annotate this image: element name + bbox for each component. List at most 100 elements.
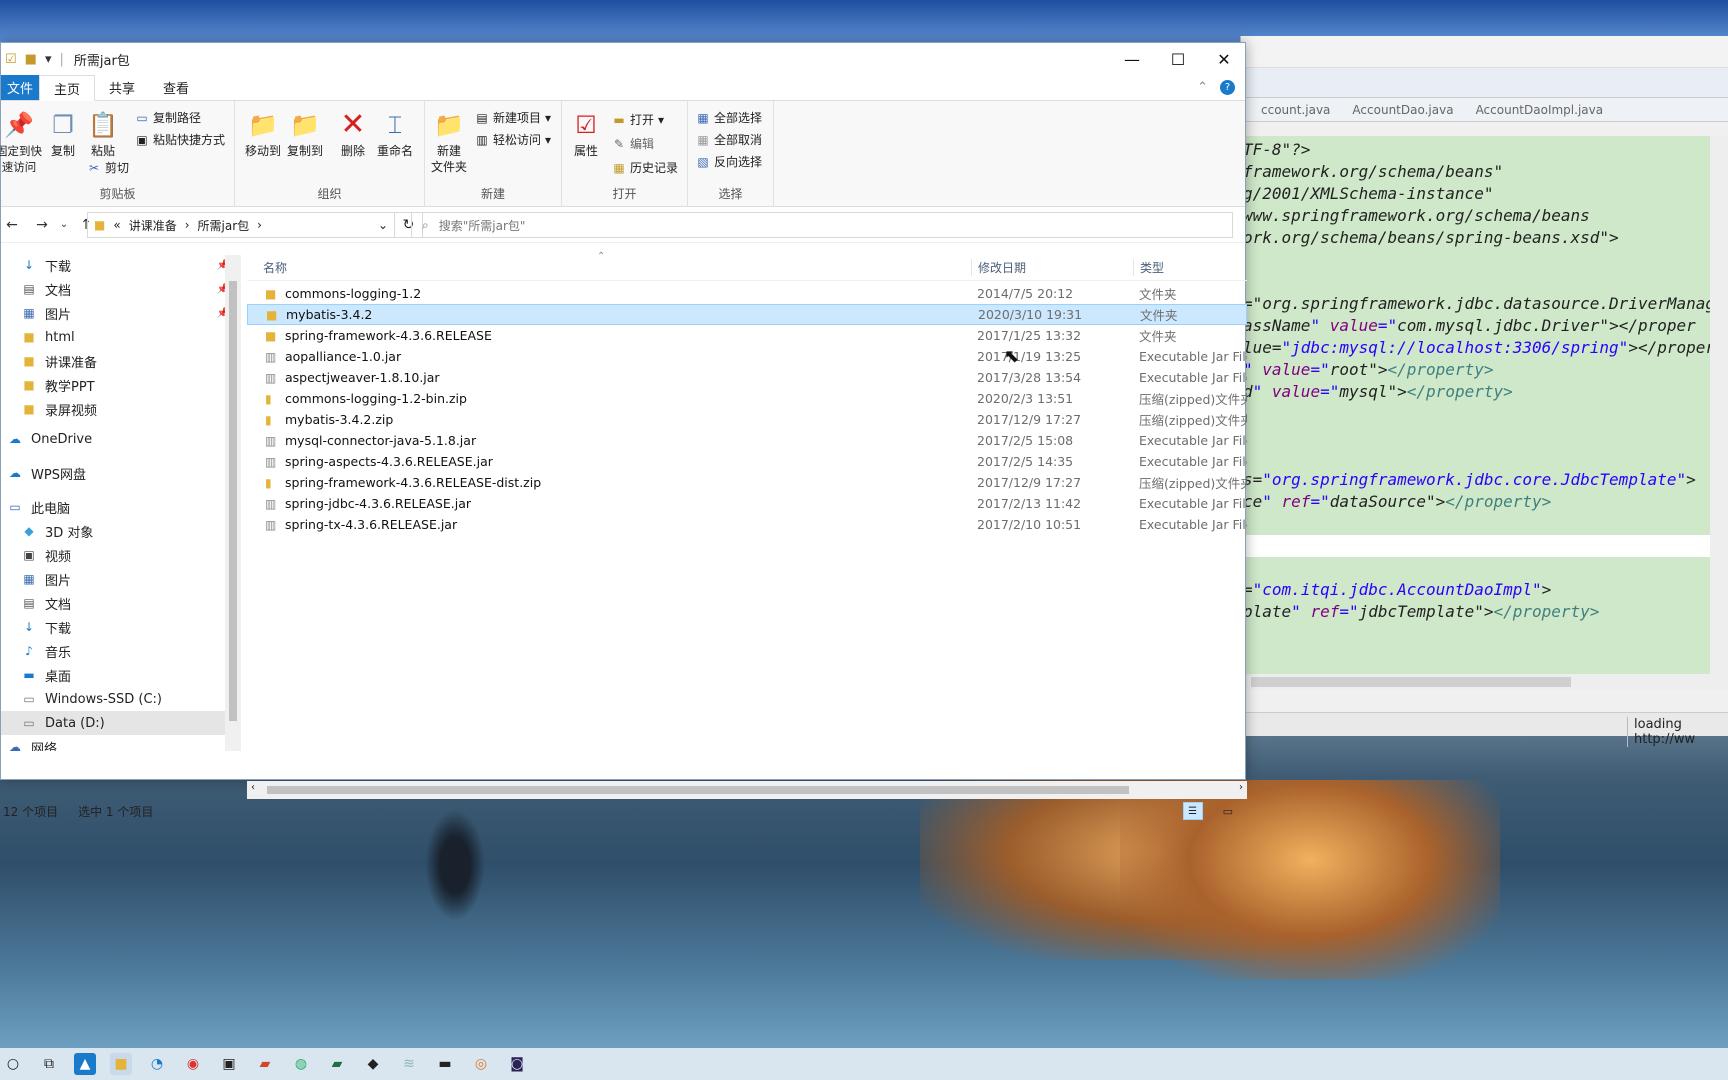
close-button[interactable]: ✕ bbox=[1201, 43, 1247, 75]
nav-item[interactable]: ▭ Data (D:) bbox=[1, 711, 241, 735]
file-row[interactable]: ▥ aopalliance-1.0.jar 2017/1/19 13:25 Execu… bbox=[247, 346, 1247, 367]
file-row[interactable]: ▮ spring-framework-4.3.6.RELEASE-dist.zip… bbox=[247, 472, 1247, 493]
nav-item[interactable]: ↓ 下载 📌 bbox=[1, 253, 241, 277]
nav-item[interactable]: ▬ 桌面 bbox=[1, 663, 241, 687]
nav-item[interactable]: ☁ 网络 bbox=[1, 735, 241, 751]
breadcrumb-item[interactable]: 讲课准备 bbox=[129, 217, 177, 234]
properties-button[interactable]: ☑ 属性 bbox=[564, 109, 608, 159]
large-icons-view-icon[interactable]: ▭ bbox=[1223, 805, 1233, 818]
new-item-button[interactable]: ▤ 新建项目 ▾ bbox=[475, 109, 551, 126]
folder-quick-icon[interactable]: ■ bbox=[25, 52, 37, 67]
file-row[interactable]: ■ mybatis-3.4.2 2020/3/10 19:31 文件夹 bbox=[247, 304, 1247, 325]
column-header-date[interactable]: 修改日期 bbox=[971, 259, 1026, 276]
photos-app-icon[interactable]: ▲ bbox=[74, 1053, 96, 1075]
nav-item[interactable]: ☁ WPS网盘 bbox=[1, 461, 241, 485]
nav-item[interactable]: ↓ 下载 bbox=[1, 615, 241, 639]
scroll-thumb[interactable] bbox=[1251, 677, 1571, 687]
easy-access-button[interactable]: ▥ 轻松访问 ▾ bbox=[475, 131, 551, 148]
column-header-type[interactable]: 类型 bbox=[1133, 259, 1164, 276]
history-button[interactable]: ▦ 历史记录 bbox=[612, 159, 678, 176]
excel-app-icon[interactable]: ▰ bbox=[326, 1053, 348, 1075]
nav-item[interactable]: ■ 讲课准备 bbox=[1, 349, 241, 373]
paste-button[interactable]: 📋 粘贴 bbox=[81, 109, 125, 159]
file-row[interactable]: ▥ spring-aspects-4.3.6.RELEASE.jar 2017/2/… bbox=[247, 451, 1247, 472]
paste-shortcut-button[interactable]: ▣ 粘贴快捷方式 bbox=[135, 131, 225, 148]
tab-view[interactable]: 查看 bbox=[149, 75, 203, 100]
tab-file[interactable]: 文件 bbox=[1, 75, 39, 100]
maximize-button[interactable]: ☐ bbox=[1155, 43, 1201, 75]
eclipse-app-icon[interactable]: ◙ bbox=[506, 1053, 528, 1075]
nav-item[interactable]: ▤ 文档 bbox=[1, 591, 241, 615]
file-explorer-app-icon[interactable]: ■ bbox=[110, 1053, 132, 1075]
chevron-right-icon[interactable]: › bbox=[185, 218, 190, 232]
search-icon[interactable]: ○ bbox=[2, 1053, 24, 1075]
select-all-button[interactable]: ▦ 全部选择 bbox=[696, 109, 762, 126]
file-list-horizontal-scrollbar[interactable]: ‹ › bbox=[247, 781, 1247, 799]
file-row[interactable]: ▥ mysql-connector-java-5.1.8.jar 2017/2/5 … bbox=[247, 430, 1247, 451]
editor-horizontal-scrollbar[interactable] bbox=[1241, 674, 1728, 690]
collapse-ribbon-icon[interactable]: ⌃ bbox=[1197, 80, 1208, 95]
app-icon[interactable]: ◎ bbox=[470, 1053, 492, 1075]
chrome-app-icon[interactable]: ◉ bbox=[182, 1053, 204, 1075]
nav-item[interactable]: ▭ 此电脑 bbox=[1, 495, 241, 519]
nav-item[interactable]: ◆ 3D 对象 bbox=[1, 519, 241, 543]
tab-home[interactable]: 主页 bbox=[39, 75, 96, 101]
help-icon[interactable]: ? bbox=[1220, 80, 1235, 95]
cut-button[interactable]: ✂ 剪切 bbox=[87, 159, 129, 176]
rename-button[interactable]: ⌶ 重命名 bbox=[373, 109, 417, 159]
file-row[interactable]: ■ commons-logging-1.2 2014/7/5 20:12 文件夹 bbox=[247, 283, 1247, 304]
file-row[interactable]: ▥ aspectjweaver-1.8.10.jar 2017/3/28 13:54… bbox=[247, 367, 1247, 388]
address-bar[interactable]: ■ « 讲课准备 › 所需jar包 › ⌄ bbox=[87, 212, 395, 238]
chevron-right-icon[interactable]: › bbox=[257, 218, 262, 232]
invert-selection-button[interactable]: ▧ 反向选择 bbox=[696, 153, 762, 170]
nav-item[interactable]: ▦ 图片 bbox=[1, 567, 241, 591]
editor-tab[interactable]: AccountDao.java bbox=[1352, 103, 1453, 117]
editor-vertical-scrollbar[interactable] bbox=[1710, 136, 1728, 674]
chevron-down-icon[interactable]: ⌄ bbox=[378, 218, 388, 232]
nav-item[interactable]: ■ 教学PPT bbox=[1, 373, 241, 397]
editor-tab[interactable]: AccountDaoImpl.java bbox=[1476, 103, 1604, 117]
scroll-thumb[interactable] bbox=[229, 281, 237, 721]
open-button[interactable]: ▬ 打开 ▾ bbox=[612, 111, 664, 128]
search-input[interactable]: ⌕ 搜索"所需jar包" bbox=[411, 212, 1233, 238]
wechat-app-icon[interactable]: ◍ bbox=[290, 1053, 312, 1075]
notes-app-icon[interactable]: ▣ bbox=[218, 1053, 240, 1075]
terminal-app-icon[interactable]: ▬ bbox=[434, 1053, 456, 1075]
breadcrumb-overflow[interactable]: « bbox=[113, 218, 120, 232]
details-view-icon[interactable]: ☰ bbox=[1182, 802, 1203, 820]
scroll-thumb[interactable] bbox=[267, 786, 1129, 794]
nav-item[interactable]: ▤ 文档 📌 bbox=[1, 277, 241, 301]
select-none-button[interactable]: ▦ 全部取消 bbox=[696, 131, 762, 148]
code-editor[interactable]: TF-8"?> framework.org/schema/beans" g/2001… bbox=[1241, 136, 1710, 674]
nav-item[interactable]: ■ html bbox=[1, 325, 241, 349]
move-to-button[interactable]: 📁 移动到 bbox=[241, 109, 285, 159]
editor-tab[interactable]: ccount.java bbox=[1261, 103, 1330, 117]
copy-to-button[interactable]: 📁 复制到 bbox=[283, 109, 327, 159]
new-folder-button[interactable]: 📁 新建 文件夹 bbox=[427, 109, 471, 175]
file-row[interactable]: ■ spring-framework-4.3.6.RELEASE 2017/1/25… bbox=[247, 325, 1247, 346]
back-button[interactable]: ← bbox=[1, 217, 23, 233]
nav-item[interactable]: ▦ 图片 📌 bbox=[1, 301, 241, 325]
minimize-button[interactable]: — bbox=[1109, 43, 1155, 75]
dropdown-icon[interactable]: ▾ bbox=[45, 52, 52, 67]
file-row[interactable]: ▥ spring-jdbc-4.3.6.RELEASE.jar 2017/2/13 … bbox=[247, 493, 1247, 514]
nav-item[interactable]: ▭ Windows-SSD (C:) bbox=[1, 687, 241, 711]
copy-path-button[interactable]: ▭ 复制路径 bbox=[135, 109, 201, 126]
nav-item[interactable]: ▣ 视频 bbox=[1, 543, 241, 567]
column-header-name[interactable]: 名称 bbox=[263, 259, 287, 276]
file-row[interactable]: ▮ commons-logging-1.2-bin.zip 2020/2/3 13:… bbox=[247, 388, 1247, 409]
nav-item[interactable]: ■ 录屏视频 bbox=[1, 397, 241, 421]
delete-button[interactable]: ✕ 删除 bbox=[331, 109, 375, 159]
recent-locations-button[interactable]: ⌄ bbox=[53, 219, 75, 230]
task-view-icon[interactable]: ⧉ bbox=[38, 1053, 60, 1075]
edit-button[interactable]: ✎ 编辑 bbox=[612, 135, 654, 152]
copy-button[interactable]: ❐ 复制 bbox=[41, 109, 85, 159]
properties-quick-icon[interactable]: ☑ bbox=[5, 52, 17, 67]
powerpoint-app-icon[interactable]: ▰ bbox=[254, 1053, 276, 1075]
pin-quick-access-button[interactable]: 📌 固定到快速访问 bbox=[0, 109, 43, 175]
navigation-scrollbar[interactable] bbox=[225, 255, 241, 751]
file-row[interactable]: ▥ spring-tx-4.3.6.RELEASE.jar 2017/2/10 10… bbox=[247, 514, 1247, 535]
nav-item[interactable]: ♪ 音乐 bbox=[1, 639, 241, 663]
clock-app-icon[interactable]: ◔ bbox=[146, 1053, 168, 1075]
nav-item[interactable]: ☁ OneDrive bbox=[1, 427, 241, 451]
